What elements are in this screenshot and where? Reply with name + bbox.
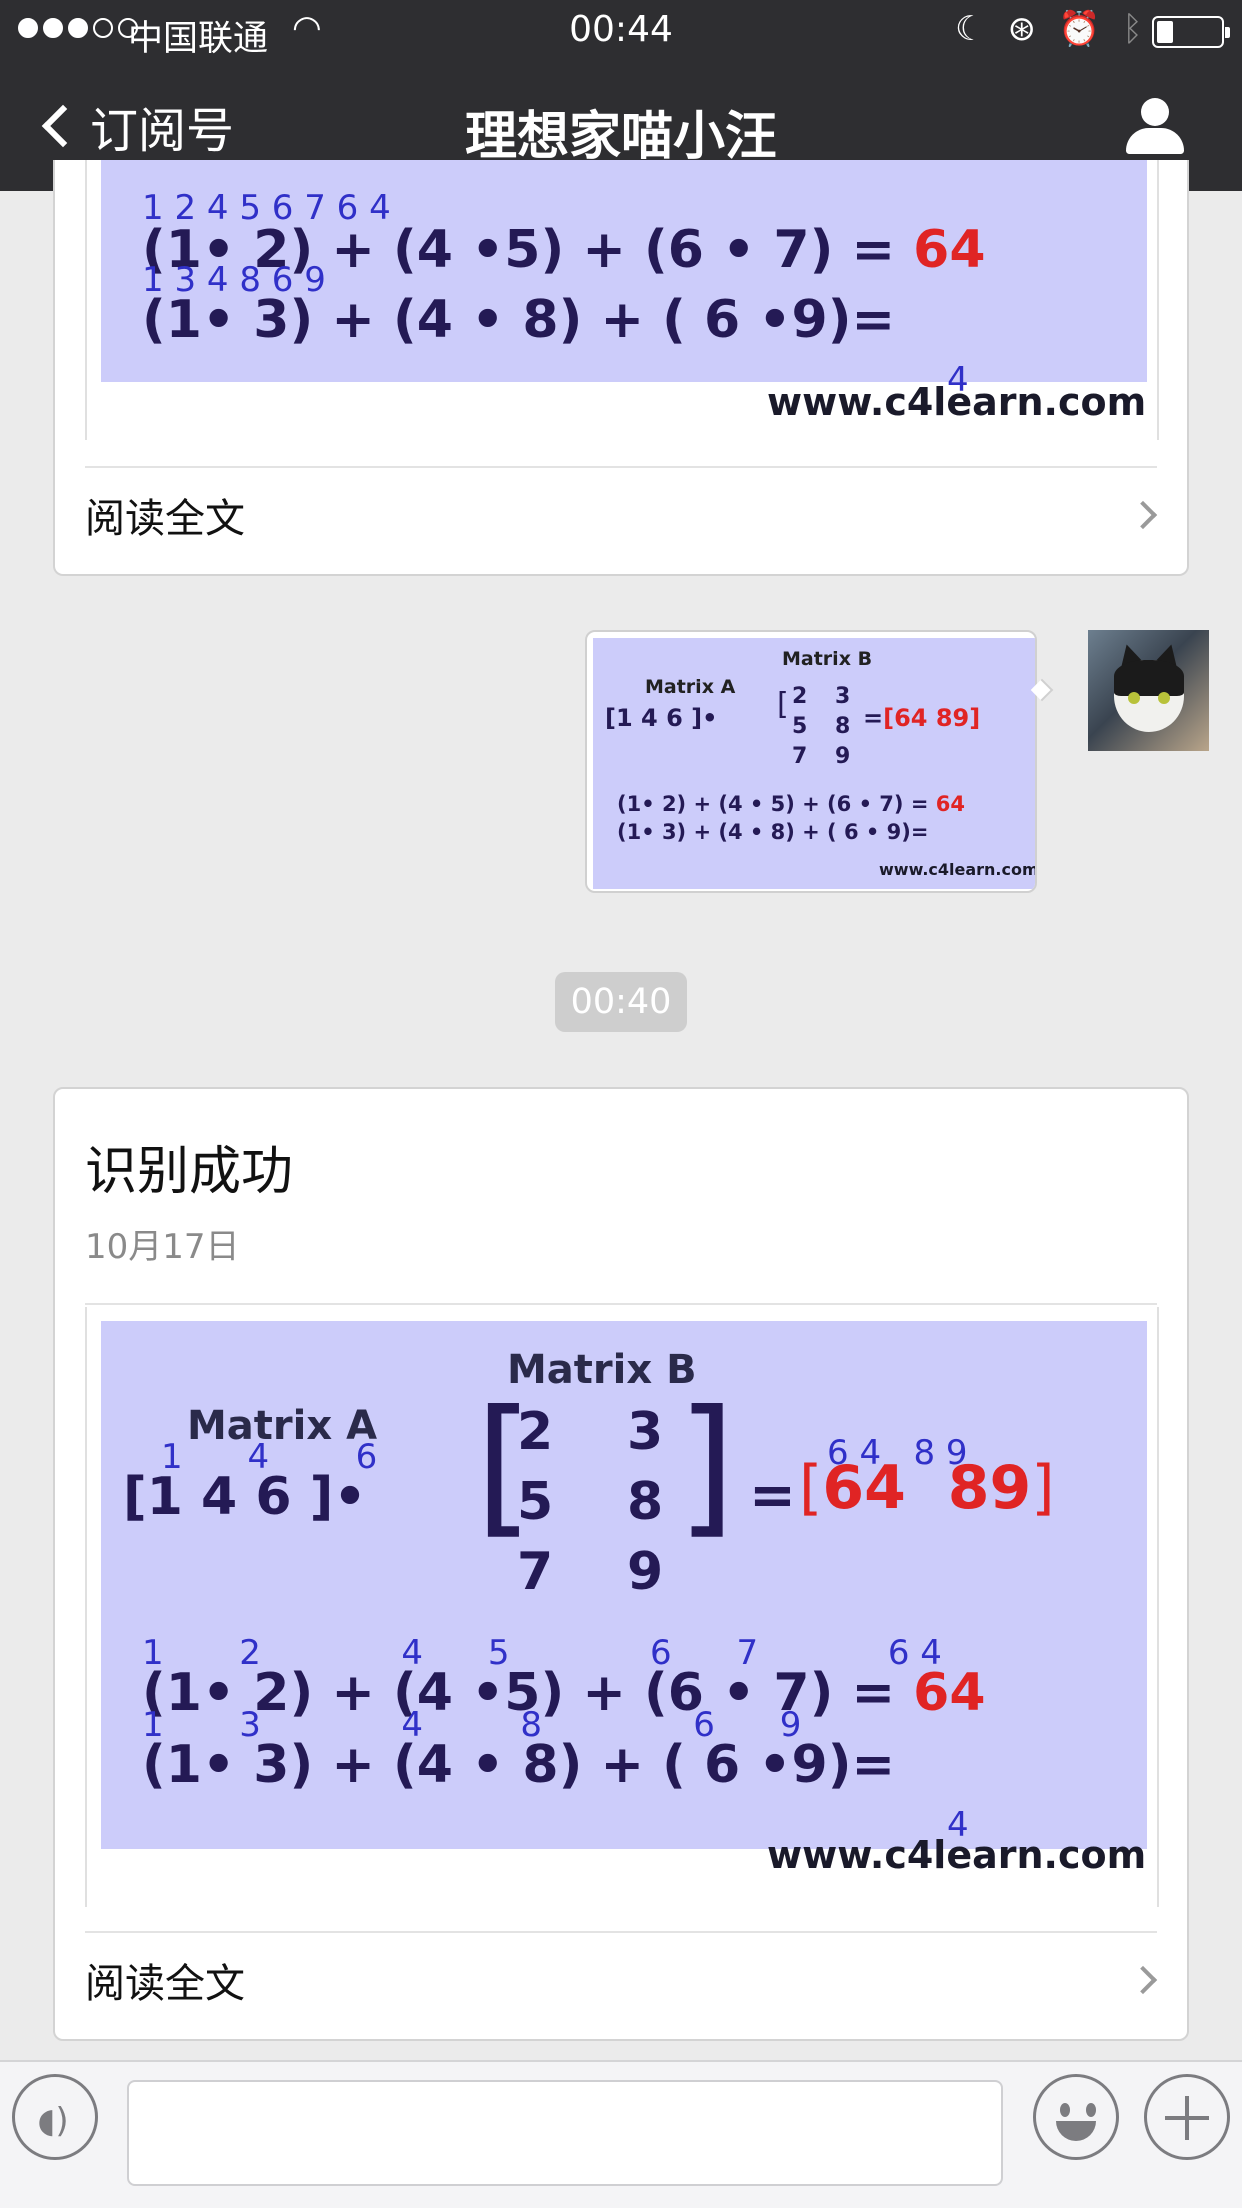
msg-watermark: www.c4learn.com	[879, 860, 1037, 879]
moon-icon: ☾	[955, 9, 986, 49]
msg-eq1: (1• 2) + (4 • 5) + (6 • 7) = 64	[617, 792, 965, 816]
article-date: 10月17日	[85, 1227, 240, 1267]
equals-sign: =	[749, 1463, 796, 1528]
article-card-previous[interactable]: 1 2 4 5 6 7 6 4 (1• 2) + (4 •5) + (6 • 7…	[53, 160, 1189, 576]
result-vector: [64 89]	[799, 1453, 1055, 1523]
read-more-label: 阅读全文	[85, 1961, 245, 2007]
battery-icon	[1152, 16, 1230, 48]
article-card[interactable]: 识别成功 10月17日 Matrix B Matrix A 1 4 6 [1 4…	[53, 1087, 1189, 2041]
battery-level	[1157, 21, 1173, 43]
matrix-a-row: [1 4 6 ]•	[123, 1467, 367, 1527]
plus-button[interactable]	[1144, 2074, 1230, 2160]
matrix-b-col2: 3 8 9	[627, 1402, 664, 1602]
eq2-text: (1• 3) + (4 • 8) + ( 6 •9)=	[142, 290, 896, 350]
page-title: 理想家喵小汪	[464, 107, 777, 167]
image-message[interactable]: Matrix B Matrix A [1 4 6 ]• [ 2 5 7 3 8 …	[585, 630, 1037, 893]
watermark: www.c4learn.com	[767, 380, 1147, 424]
emoji-icon	[1060, 2103, 1070, 2117]
watermark: www.c4learn.com	[767, 1833, 1147, 1877]
message-timestamp: 00:40	[555, 972, 687, 1032]
read-more-label: 阅读全文	[85, 496, 245, 542]
equals-result: =[64 89]	[863, 704, 981, 732]
divider	[85, 1303, 1157, 1305]
matrix-b-col1: 2 5 7	[792, 684, 808, 769]
read-more-link[interactable]: 阅读全文	[85, 482, 1163, 548]
matrix-a-label: Matrix A	[645, 676, 736, 698]
divider	[85, 1931, 1157, 1933]
chevron-right-icon	[1128, 500, 1158, 530]
matrix-a-row: [1 4 6 ]•	[605, 704, 718, 732]
matrix-b-col1: 2 5 7	[517, 1402, 554, 1602]
read-more-link[interactable]: 阅读全文	[85, 1947, 1163, 2013]
message-input[interactable]	[127, 2080, 1003, 2186]
matrix-b-close-bracket: ]	[677, 1379, 736, 1553]
matrix-b-label: Matrix B	[782, 648, 873, 670]
profile-icon[interactable]	[1126, 98, 1184, 154]
matrix-b-bracket: [	[777, 687, 789, 722]
alarm-icon: ⏰	[1057, 9, 1101, 49]
matrix-b-label: Matrix B	[507, 1347, 697, 1393]
status-bar: 中国联通 ◠ 00:44 ☾ ⊛ ⏰ ᛒ	[0, 0, 1242, 60]
eq2-text: (1• 3) + (4 • 8) + ( 6 •9)=	[142, 1735, 896, 1795]
article-title: 识别成功	[85, 1142, 294, 1202]
article-image: Matrix B Matrix A 1 4 6 [1 4 6 ]• [ 2 5 …	[85, 1307, 1159, 1907]
msg-eq2: (1• 3) + (4 • 8) + ( 6 • 9)=	[617, 820, 929, 844]
bluetooth-icon: ᛒ	[1122, 9, 1143, 49]
voice-icon: ◖)	[37, 2101, 69, 2141]
rotation-lock-icon: ⊛	[1007, 9, 1036, 49]
voice-button[interactable]: ◖)	[12, 2074, 98, 2160]
matrix-b-col2: 3 8 9	[835, 684, 851, 769]
article-image: 1 2 4 5 6 7 6 4 (1• 2) + (4 •5) + (6 • 7…	[85, 160, 1159, 440]
avatar[interactable]	[1088, 630, 1209, 751]
status-icons: ☾ ⊛ ⏰ ᛒ	[955, 9, 1143, 49]
emoji-button[interactable]	[1033, 2074, 1119, 2160]
chevron-right-icon	[1128, 1965, 1158, 1995]
divider	[85, 466, 1157, 468]
